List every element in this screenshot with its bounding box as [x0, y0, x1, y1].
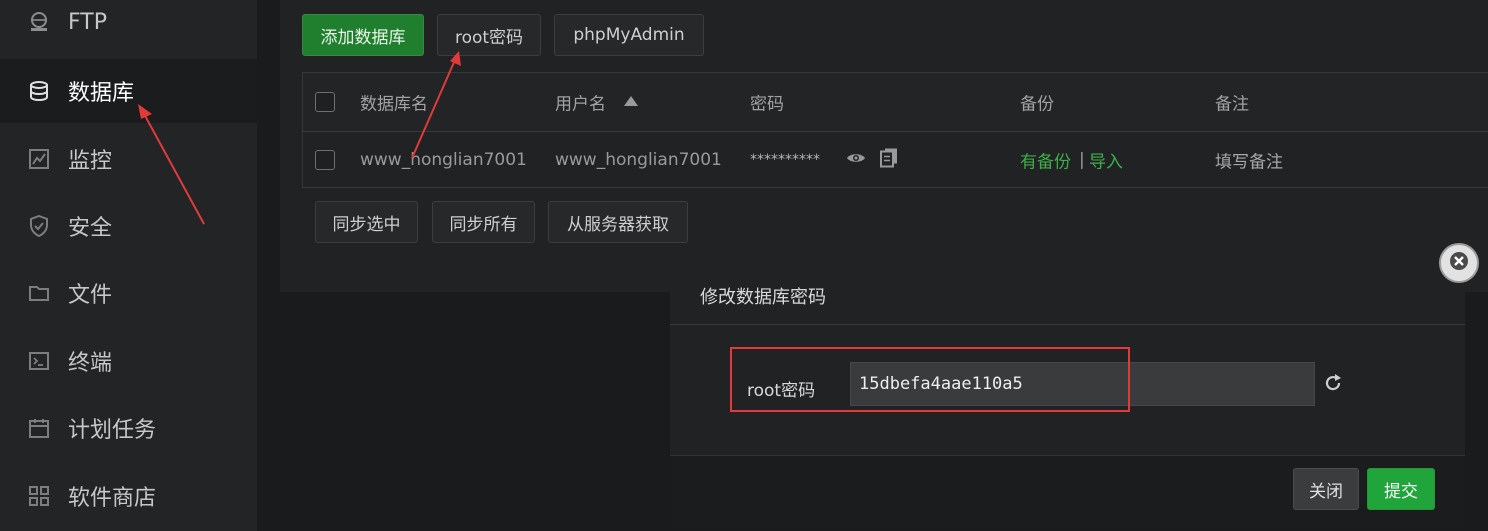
sidebar-item-monitor[interactable]: 监控 — [0, 127, 257, 191]
dialog-close-button[interactable] — [1439, 243, 1479, 283]
submit-button[interactable]: 提交 — [1367, 468, 1435, 510]
eye-icon[interactable] — [846, 150, 866, 170]
sidebar-item-label: 监控 — [68, 149, 113, 174]
sync-selected-button[interactable]: 同步选中 — [315, 201, 418, 243]
sidebar-item-label: 安全 — [68, 216, 113, 241]
row-db-name: www_honglian7001 — [360, 149, 527, 170]
dialog-title: 修改数据库密码 — [700, 287, 826, 308]
terminal-icon — [28, 350, 50, 372]
sidebar-item-database[interactable]: 数据库 — [0, 59, 257, 123]
dialog-header: 修改数据库密码 — [670, 262, 1465, 325]
link-separator: | — [1079, 149, 1085, 170]
shield-icon — [28, 215, 50, 237]
fetch-from-server-button[interactable]: 从服务器获取 — [548, 201, 688, 243]
sidebar-item-label: 数据库 — [68, 81, 135, 106]
folder-icon — [28, 282, 50, 304]
sync-all-button[interactable]: 同步所有 — [432, 201, 535, 243]
column-header-password: 密码 — [750, 94, 784, 115]
sidebar-item-files[interactable]: 文件 — [0, 261, 257, 325]
backup-link[interactable]: 有备份 — [1020, 147, 1071, 172]
table-row: www_honglian7001 www_honglian7001 ******… — [303, 131, 1488, 188]
sidebar: FTP 数据库 监控 安全 文件 终端 计划任务 软件商店 — [0, 0, 257, 531]
sidebar-item-ftp[interactable]: FTP — [0, 0, 257, 54]
sidebar-item-label: 计划任务 — [68, 418, 157, 443]
sidebar-item-label: 终端 — [68, 351, 113, 376]
database-icon — [28, 80, 50, 102]
sidebar-item-label: 软件商店 — [68, 486, 157, 511]
monitor-icon — [28, 148, 50, 170]
sidebar-item-appstore[interactable]: 软件商店 — [0, 464, 257, 528]
column-header-name[interactable]: 数据库名 — [360, 90, 428, 115]
ftp-icon — [28, 11, 50, 33]
column-header-note: 备注 — [1215, 94, 1249, 115]
add-database-button[interactable]: 添加数据库 — [302, 14, 424, 56]
phpmyadmin-button[interactable]: phpMyAdmin — [554, 14, 704, 56]
sidebar-item-label: FTP — [68, 9, 107, 35]
sidebar-item-terminal[interactable]: 终端 — [0, 329, 257, 393]
copy-icon[interactable] — [880, 147, 898, 172]
apps-icon — [28, 485, 50, 507]
close-icon — [1450, 252, 1468, 274]
sidebar-item-cron[interactable]: 计划任务 — [0, 396, 257, 460]
highlight-box — [730, 347, 1130, 412]
select-all-checkbox[interactable] — [315, 92, 335, 112]
sidebar-item-label: 文件 — [68, 283, 113, 308]
row-checkbox[interactable] — [315, 149, 335, 170]
note-field[interactable]: 填写备注 — [1215, 147, 1283, 172]
database-table: 数据库名 用户名 密码 备份 备注 www_honglian7001 www_h… — [302, 72, 1488, 188]
root-password-button[interactable]: root密码 — [437, 14, 541, 56]
refresh-icon[interactable] — [1323, 373, 1343, 397]
table-header: 数据库名 用户名 密码 备份 备注 — [303, 73, 1488, 132]
sort-ascending-icon[interactable] — [623, 92, 639, 112]
sidebar-item-security[interactable]: 安全 — [0, 194, 257, 258]
import-link[interactable]: 导入 — [1089, 147, 1123, 172]
row-username: www_honglian7001 — [555, 149, 722, 170]
column-header-user[interactable]: 用户名 — [555, 90, 606, 115]
calendar-icon — [28, 417, 50, 439]
row-password-masked: ********** — [750, 151, 820, 168]
column-header-backup: 备份 — [1020, 94, 1054, 115]
close-button[interactable]: 关闭 — [1293, 468, 1359, 510]
